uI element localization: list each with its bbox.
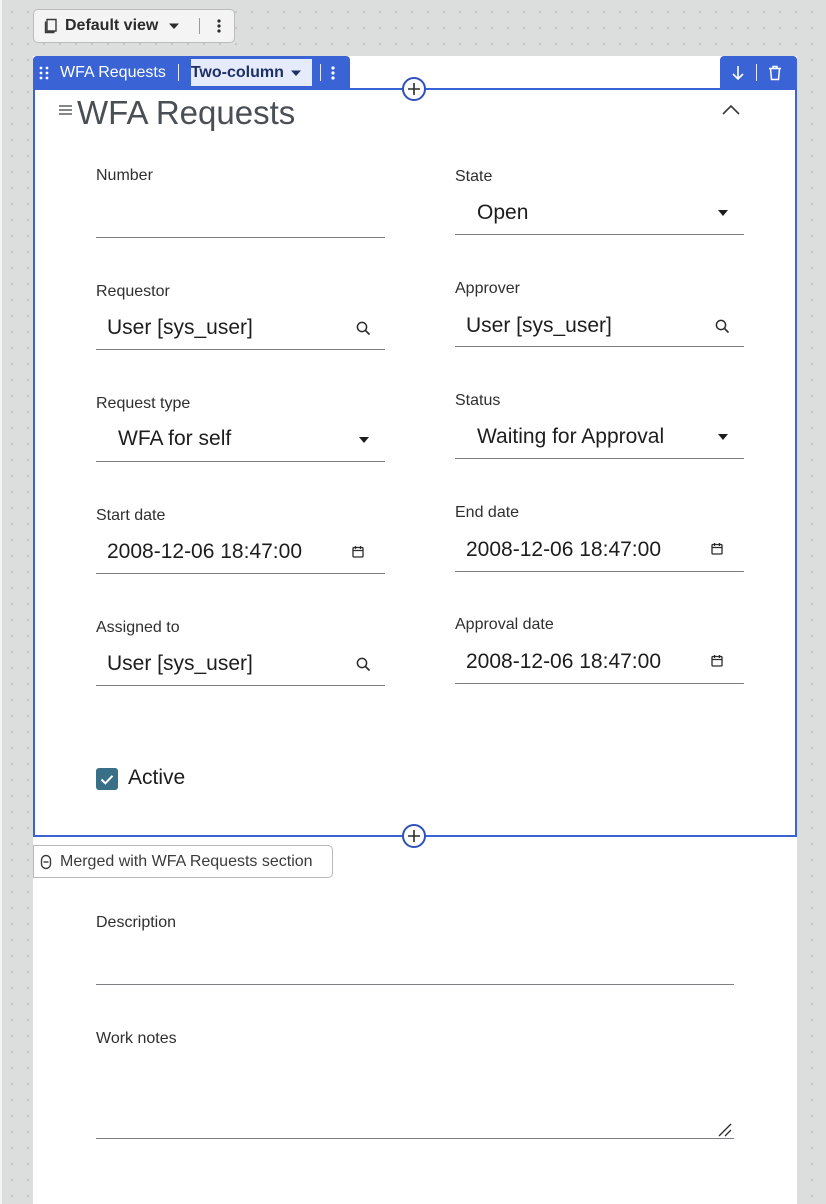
- section-toolbar: WFA Requests Two-column: [33, 56, 350, 89]
- approval-date-value: 2008-12-06 18:47:00: [466, 650, 661, 673]
- add-section-button-bottom[interactable]: [402, 824, 426, 848]
- merged-section-tag: Merged with WFA Requests section: [33, 845, 333, 878]
- request-type-value: WFA for self: [118, 427, 232, 450]
- start-date-field[interactable]: [96, 573, 385, 574]
- approval-date-field[interactable]: [455, 683, 744, 684]
- checkmark-icon: [100, 774, 114, 785]
- status-select[interactable]: [455, 458, 744, 459]
- active-label: Active: [128, 766, 186, 789]
- end-date-value: 2008-12-06 18:47:00: [466, 538, 661, 561]
- requestor-field[interactable]: [96, 349, 385, 350]
- plus-icon: [408, 83, 420, 95]
- calendar-icon[interactable]: [352, 545, 364, 558]
- calendar-icon[interactable]: [711, 654, 723, 667]
- work-notes-label: Work notes: [96, 1030, 177, 1047]
- view-icon: [44, 18, 57, 34]
- status-label: Status: [455, 392, 501, 409]
- status-value: Waiting for Approval: [477, 425, 665, 448]
- trash-icon[interactable]: [768, 65, 782, 81]
- divider: [319, 64, 321, 81]
- divider: [756, 64, 757, 81]
- requestor-label: Requestor: [96, 283, 170, 300]
- start-date-label: Start date: [96, 507, 166, 524]
- request-type-label: Request type: [96, 395, 191, 412]
- chevron-down-icon: [718, 434, 728, 440]
- active-checkbox[interactable]: [96, 768, 118, 790]
- chevron-down-icon: [359, 437, 369, 443]
- assigned-to-label: Assigned to: [96, 619, 180, 636]
- menu-icon[interactable]: [59, 104, 72, 116]
- section-toolbar-title: WFA Requests: [60, 63, 166, 81]
- search-icon[interactable]: [356, 657, 371, 672]
- description-label: Description: [96, 914, 177, 931]
- state-select[interactable]: [455, 234, 744, 235]
- chevron-down-icon: [169, 23, 180, 29]
- approver-label: Approver: [455, 280, 520, 297]
- more-options-icon[interactable]: [217, 19, 221, 33]
- section-title: WFA Requests: [77, 94, 296, 131]
- chevron-up-icon[interactable]: [721, 104, 741, 116]
- selected-section-outline: [33, 88, 797, 837]
- view-selector-label: Default view: [65, 17, 159, 34]
- move-down-icon[interactable]: [732, 65, 744, 81]
- work-notes-field[interactable]: [96, 1138, 734, 1139]
- resize-handle-icon[interactable]: [718, 1123, 732, 1137]
- assigned-to-value: User [sys_user]: [107, 652, 253, 675]
- state-value: Open: [477, 201, 529, 224]
- number-label: Number: [96, 167, 153, 184]
- drag-handle-icon[interactable]: [39, 66, 49, 80]
- state-label: State: [455, 168, 493, 185]
- more-options-icon[interactable]: [331, 65, 335, 80]
- link-icon: [40, 854, 52, 869]
- layout-dropdown[interactable]: Two-column: [190, 59, 312, 86]
- description-field[interactable]: [96, 984, 734, 985]
- end-date-field[interactable]: [455, 571, 744, 572]
- divider: [177, 64, 179, 81]
- end-date-label: End date: [455, 504, 520, 521]
- chevron-down-icon: [718, 210, 728, 216]
- request-type-select[interactable]: [96, 461, 385, 462]
- canvas-edge: [0, 0, 2, 1204]
- chevron-down-icon: [290, 70, 301, 76]
- divider: [199, 18, 201, 34]
- approver-field[interactable]: [455, 346, 744, 347]
- assigned-to-field[interactable]: [96, 685, 385, 686]
- section-actions: [720, 56, 797, 89]
- search-icon[interactable]: [356, 321, 371, 336]
- requestor-value: User [sys_user]: [107, 316, 253, 339]
- layout-dropdown-label: Two-column: [190, 63, 284, 81]
- view-selector[interactable]: Default view: [33, 9, 235, 43]
- merged-section-tag-label: Merged with WFA Requests section: [60, 852, 313, 870]
- approval-date-label: Approval date: [455, 616, 554, 633]
- number-field[interactable]: [96, 237, 385, 238]
- plus-icon: [408, 830, 420, 842]
- start-date-value: 2008-12-06 18:47:00: [107, 540, 302, 563]
- search-icon[interactable]: [715, 319, 730, 334]
- add-section-button-top[interactable]: [402, 77, 426, 101]
- approver-value: User [sys_user]: [466, 314, 612, 337]
- calendar-icon[interactable]: [711, 542, 723, 555]
